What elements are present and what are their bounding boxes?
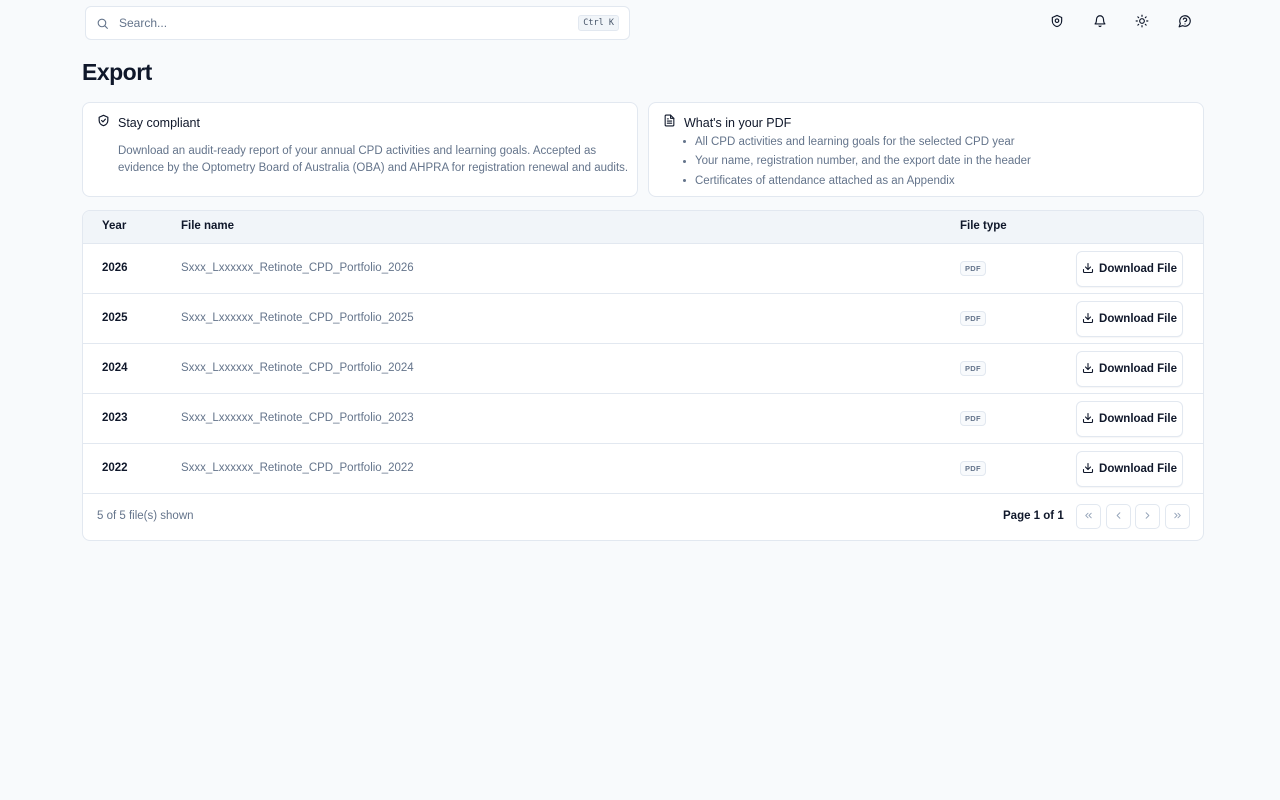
table-row: 2025 Sxxx_Lxxxxxx_Retinote_CPD_Portfolio… — [83, 294, 1203, 344]
download-file-label: Download File — [1099, 313, 1177, 325]
file-type-badge: PDF — [960, 261, 986, 276]
column-header-year: Year — [102, 220, 127, 232]
help-button[interactable] — [1174, 12, 1196, 34]
chevron-right-icon — [1142, 508, 1153, 526]
file-count: 5 of 5 file(s) shown — [97, 510, 194, 522]
row-year: 2025 — [102, 312, 128, 324]
notifications-button[interactable] — [1089, 12, 1111, 34]
theme-toggle-button[interactable] — [1131, 12, 1153, 34]
document-icon — [663, 114, 676, 132]
table-row: 2023 Sxxx_Lxxxxxx_Retinote_CPD_Portfolio… — [83, 394, 1203, 444]
search-input[interactable] — [119, 16, 579, 30]
row-file-name: Sxxx_Lxxxxxx_Retinote_CPD_Portfolio_2026 — [181, 262, 414, 274]
download-file-button[interactable]: Download File — [1076, 301, 1183, 337]
pdf-info-title: What's in your PDF — [684, 116, 792, 130]
page-indicator: Page 1 of 1 — [1003, 510, 1064, 522]
shield-icon — [1050, 14, 1064, 33]
row-file-name: Sxxx_Lxxxxxx_Retinote_CPD_Portfolio_2022 — [181, 462, 414, 474]
sun-icon — [1135, 14, 1149, 33]
download-file-button[interactable]: Download File — [1076, 251, 1183, 287]
table-row: 2026 Sxxx_Lxxxxxx_Retinote_CPD_Portfolio… — [83, 244, 1203, 294]
compliance-description: Download an audit-ready report of your a… — [118, 145, 629, 174]
topbar-actions — [1046, 12, 1216, 34]
pdf-info-list: All CPD activities and learning goals fo… — [683, 132, 1031, 191]
chevrons-right-icon — [1172, 508, 1183, 526]
export-table: Year File name File type 2026 Sxxx_Lxxxx… — [82, 210, 1204, 541]
table-row: 2022 Sxxx_Lxxxxxx_Retinote_CPD_Portfolio… — [83, 444, 1203, 494]
shield-button[interactable] — [1046, 12, 1068, 34]
pdf-info-card: What's in your PDF All CPD activities an… — [648, 102, 1204, 197]
download-file-label: Download File — [1099, 263, 1177, 275]
chevrons-left-icon — [1083, 508, 1094, 526]
page-title: Export — [82, 59, 152, 85]
download-icon — [1082, 412, 1094, 427]
list-item: All CPD activities and learning goals fo… — [683, 132, 1031, 152]
compliance-title: Stay compliant — [118, 116, 200, 130]
chevron-left-icon — [1113, 508, 1124, 526]
column-header-file-type: File type — [960, 220, 1007, 232]
next-page-button[interactable] — [1135, 504, 1160, 529]
table-header: Year File name File type — [83, 211, 1203, 244]
download-file-label: Download File — [1099, 413, 1177, 425]
download-icon — [1082, 462, 1094, 477]
row-year: 2024 — [102, 362, 128, 374]
search-bar[interactable]: Ctrl K — [85, 6, 630, 40]
pagination — [1076, 504, 1194, 529]
help-icon — [1178, 14, 1192, 33]
download-icon — [1082, 262, 1094, 277]
download-icon — [1082, 362, 1094, 377]
list-item: Your name, registration number, and the … — [683, 152, 1031, 172]
row-file-name: Sxxx_Lxxxxxx_Retinote_CPD_Portfolio_2024 — [181, 362, 414, 374]
compliance-card: Stay compliant Download an audit-ready r… — [82, 102, 638, 197]
column-header-file-name: File name — [181, 220, 235, 232]
previous-page-button[interactable] — [1105, 504, 1131, 529]
shield-check-icon — [97, 114, 110, 132]
file-type-badge: PDF — [960, 311, 986, 326]
file-type-badge: PDF — [960, 361, 986, 376]
download-file-button[interactable]: Download File — [1076, 451, 1183, 487]
list-item: Certificates of attendance attached as a… — [683, 171, 1031, 191]
download-file-label: Download File — [1099, 463, 1177, 475]
search-shortcut-badge: Ctrl K — [578, 15, 619, 31]
row-file-name: Sxxx_Lxxxxxx_Retinote_CPD_Portfolio_2025 — [181, 312, 414, 324]
row-file-name: Sxxx_Lxxxxxx_Retinote_CPD_Portfolio_2023 — [181, 412, 414, 424]
download-file-button[interactable]: Download File — [1076, 401, 1183, 437]
row-year: 2022 — [102, 462, 128, 474]
file-type-badge: PDF — [960, 411, 986, 426]
bell-icon — [1093, 14, 1107, 33]
search-icon — [96, 16, 110, 30]
first-page-button[interactable] — [1076, 504, 1101, 529]
file-type-badge: PDF — [960, 461, 986, 476]
download-file-label: Download File — [1099, 363, 1177, 375]
last-page-button[interactable] — [1164, 504, 1190, 529]
download-icon — [1082, 312, 1094, 327]
download-file-button[interactable]: Download File — [1076, 351, 1183, 387]
table-row: 2024 Sxxx_Lxxxxxx_Retinote_CPD_Portfolio… — [83, 344, 1203, 394]
row-year: 2026 — [102, 262, 128, 274]
row-year: 2023 — [102, 412, 128, 424]
table-footer: 5 of 5 file(s) shown Page 1 of 1 — [83, 494, 1203, 540]
